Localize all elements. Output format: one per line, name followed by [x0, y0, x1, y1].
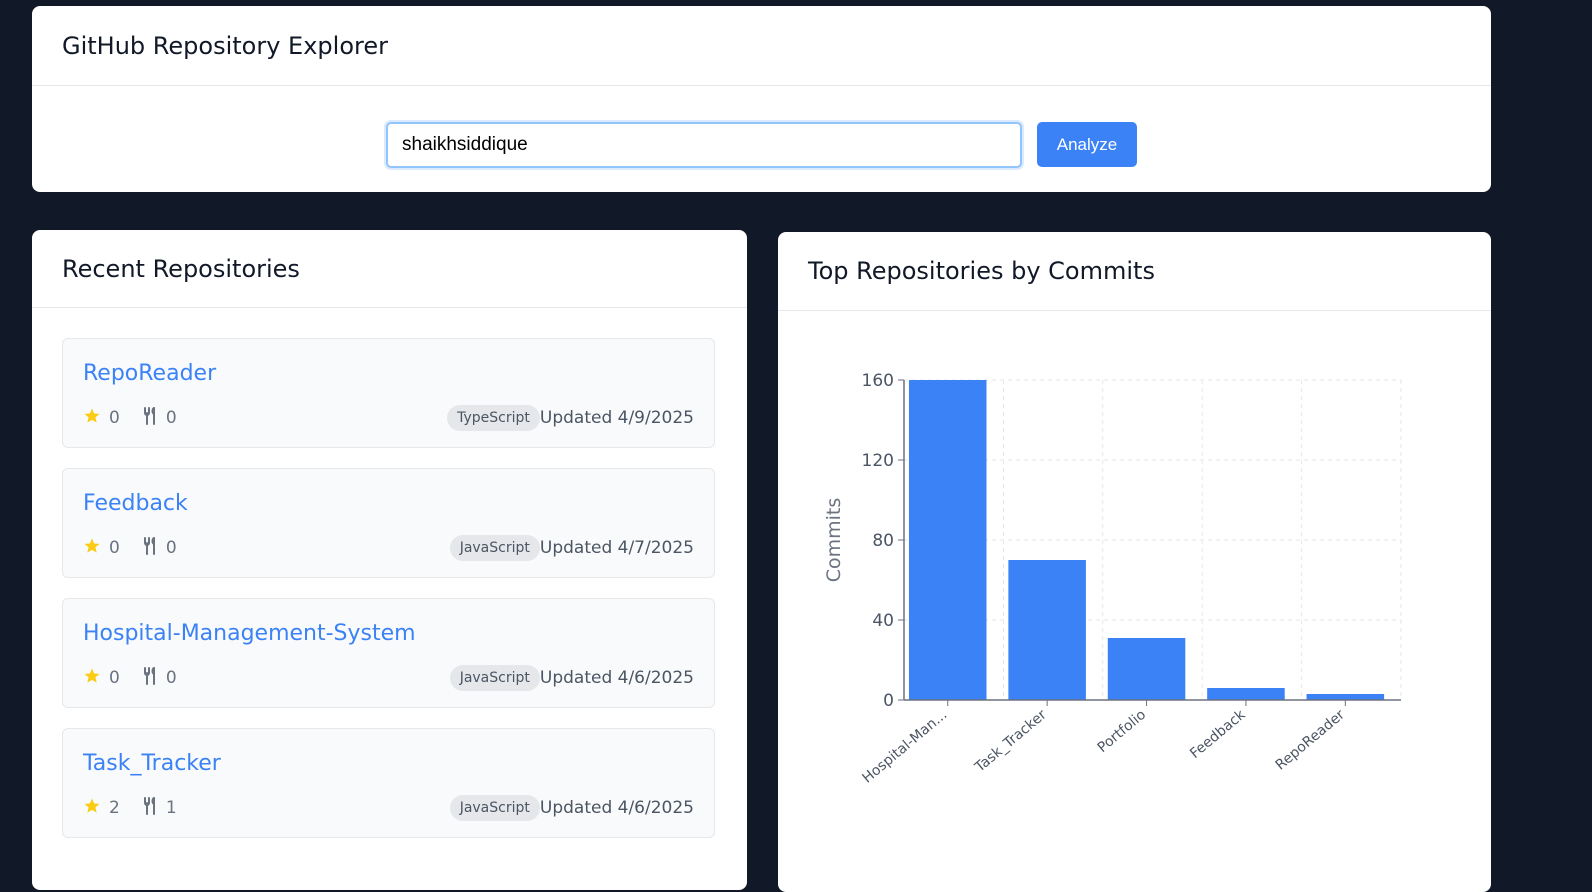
- recent-repositories-card: Recent Repositories RepoReader 0 0 TypeScri…: [32, 230, 747, 890]
- stars-count: 0: [109, 538, 120, 558]
- y-tick-label: 160: [862, 371, 894, 391]
- stars-count: 0: [109, 668, 120, 688]
- stars-count: 2: [109, 798, 120, 818]
- stars-stat: 0: [83, 537, 120, 560]
- language-badge: TypeScript: [447, 405, 540, 431]
- search-row: Analyze: [32, 86, 1491, 192]
- forks-count: 1: [165, 798, 177, 818]
- repo-meta: 0 0 TypeScript Updated 4/9/2025: [83, 403, 694, 433]
- fork-icon: [142, 406, 166, 430]
- bar: [1306, 694, 1385, 700]
- x-tick-label: RepoReader: [1273, 707, 1348, 774]
- fork-icon: [142, 666, 166, 690]
- forks-stat: 0: [142, 406, 177, 430]
- y-tick-label: 80: [872, 531, 894, 551]
- commits-chart-card: Top Repositories by Commits 0 40 80 120 160 H…: [778, 232, 1491, 892]
- language-badge: JavaScript: [449, 795, 540, 821]
- repo-meta: 0 0 JavaScript Updated 4/7/2025: [83, 533, 694, 563]
- y-axis-label: Commits: [823, 498, 845, 583]
- forks-count: 0: [165, 538, 177, 558]
- x-tick-label: Portfolio: [1095, 707, 1149, 756]
- commits-chart: 0 40 80 120 160 Hospital-Man... Task_Tracker Po…: [823, 371, 1402, 787]
- bar: [1207, 688, 1285, 700]
- recent-repositories-title: Recent Repositories: [32, 230, 747, 308]
- repo-meta: 2 1 JavaScript Updated 4/6/2025: [83, 793, 694, 823]
- bar: [908, 380, 987, 700]
- repo-meta: 0 0 JavaScript Updated 4/6/2025: [83, 663, 694, 693]
- updated-date: Updated 4/6/2025: [539, 668, 694, 688]
- star-icon: [83, 537, 109, 560]
- updated-date: Updated 4/9/2025: [539, 408, 694, 428]
- repo-card: Hospital-Management-System 0 0 JavaScript Up…: [62, 598, 715, 708]
- star-icon: [83, 797, 109, 820]
- y-tick-label: 120: [862, 451, 894, 471]
- analyze-button[interactable]: Analyze: [1037, 122, 1137, 167]
- repo-card: RepoReader 0 0 TypeScript Updated 4/9/2025: [62, 338, 715, 448]
- fork-icon: [142, 796, 166, 820]
- repo-name-link[interactable]: Task_Tracker: [83, 751, 221, 776]
- y-tick-label: 0: [883, 691, 894, 711]
- page-title: GitHub Repository Explorer: [32, 6, 1491, 86]
- stars-stat: 2: [83, 797, 120, 820]
- username-input[interactable]: [386, 122, 1022, 168]
- language-badge: JavaScript: [449, 665, 540, 691]
- x-tick-label: Hospital-Man...: [860, 707, 951, 787]
- forks-stat: 0: [142, 666, 177, 690]
- updated-date: Updated 4/6/2025: [539, 798, 694, 818]
- forks-count: 0: [165, 668, 177, 688]
- language-badge: JavaScript: [449, 535, 540, 561]
- star-icon: [83, 667, 109, 690]
- y-tick-label: 40: [872, 611, 894, 631]
- repo-card: Task_Tracker 2 1 JavaScript Updated 4/6/2025: [62, 728, 715, 838]
- repo-name-link[interactable]: RepoReader: [83, 361, 216, 386]
- bar: [1107, 638, 1186, 700]
- forks-stat: 0: [142, 536, 177, 560]
- x-tick-label: Feedback: [1187, 706, 1249, 762]
- explorer-card: GitHub Repository Explorer Analyze: [32, 6, 1491, 192]
- stars-stat: 0: [83, 407, 120, 430]
- x-tick-label: Task_Tracker: [971, 707, 1049, 776]
- stars-count: 0: [109, 408, 120, 428]
- stars-stat: 0: [83, 667, 120, 690]
- repo-name-link[interactable]: Hospital-Management-System: [83, 621, 416, 646]
- forks-stat: 1: [142, 796, 177, 820]
- fork-icon: [142, 536, 166, 560]
- repo-name-link[interactable]: Feedback: [83, 491, 188, 516]
- updated-date: Updated 4/7/2025: [539, 538, 694, 558]
- repo-card: Feedback 0 0 JavaScript Updated 4/7/2025: [62, 468, 715, 578]
- star-icon: [83, 407, 109, 430]
- forks-count: 0: [165, 408, 177, 428]
- bar: [1008, 560, 1086, 700]
